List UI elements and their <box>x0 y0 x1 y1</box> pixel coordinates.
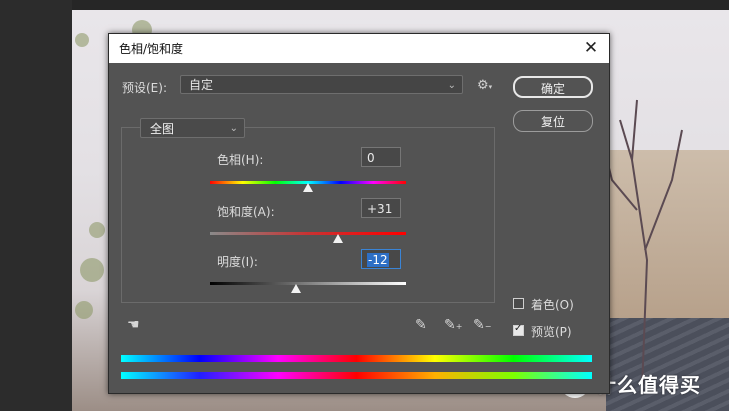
watermark-text: 什么值得买 <box>596 372 701 397</box>
close-icon[interactable]: ✕ <box>581 38 601 58</box>
hue-slider-thumb[interactable] <box>303 183 313 192</box>
colorize-label[interactable]: 着色(O) <box>531 296 574 313</box>
preset-value: 自定 <box>189 78 214 92</box>
lightness-value: -12 <box>367 253 389 267</box>
gear-icon[interactable]: ⚙▾ <box>477 78 492 93</box>
hue-input[interactable]: 0 <box>361 147 401 167</box>
colorize-checkbox[interactable] <box>513 298 524 309</box>
adjustment-group <box>121 127 495 303</box>
eyedropper-plus-icon[interactable]: ✎+ <box>444 317 462 333</box>
hue-value: 0 <box>367 151 375 165</box>
chevron-down-icon: ⌄ <box>447 80 456 91</box>
preset-select[interactable]: 自定 ⌄ <box>180 75 463 94</box>
dialog-title: 色相/饱和度 <box>119 42 184 56</box>
chevron-down-icon: ⌄ <box>229 123 238 134</box>
app-top-bar <box>72 0 729 10</box>
saturation-slider-track[interactable] <box>210 232 406 235</box>
lightness-input[interactable]: -12 <box>361 249 401 269</box>
targeted-adjustment-icon[interactable]: ☚ <box>127 317 140 333</box>
lightness-label: 明度(I): <box>217 255 258 269</box>
reset-button[interactable]: 复位 <box>513 110 593 132</box>
lightness-slider-thumb[interactable] <box>291 284 302 293</box>
lightness-slider-track[interactable] <box>210 282 406 285</box>
saturation-slider-thumb[interactable] <box>333 234 344 243</box>
dialog-titlebar: 色相/饱和度 ✕ <box>109 34 609 63</box>
channel-value: 全图 <box>150 122 175 136</box>
preview-label[interactable]: 预览(P) <box>531 323 572 340</box>
app-left-panel <box>0 0 72 411</box>
eyedropper-icon[interactable]: ✎ <box>415 317 427 333</box>
hue-saturation-dialog: 色相/饱和度 ✕ 预设(E): 自定 ⌄ ⚙▾ 确定 复位 全图 ⌄ 色相(H)… <box>108 33 610 394</box>
preview-checkbox[interactable] <box>513 323 524 336</box>
input-color-bar <box>121 355 592 362</box>
hue-label: 色相(H): <box>217 153 264 167</box>
saturation-value: +31 <box>367 202 393 216</box>
eyedropper-minus-icon[interactable]: ✎− <box>473 317 491 333</box>
saturation-input[interactable]: +31 <box>361 198 401 218</box>
channel-select[interactable]: 全图 ⌄ <box>140 118 245 138</box>
saturation-label: 饱和度(A): <box>217 205 275 219</box>
preset-label: 预设(E): <box>122 81 167 95</box>
output-color-bar <box>121 372 592 379</box>
ok-button[interactable]: 确定 <box>513 76 593 98</box>
